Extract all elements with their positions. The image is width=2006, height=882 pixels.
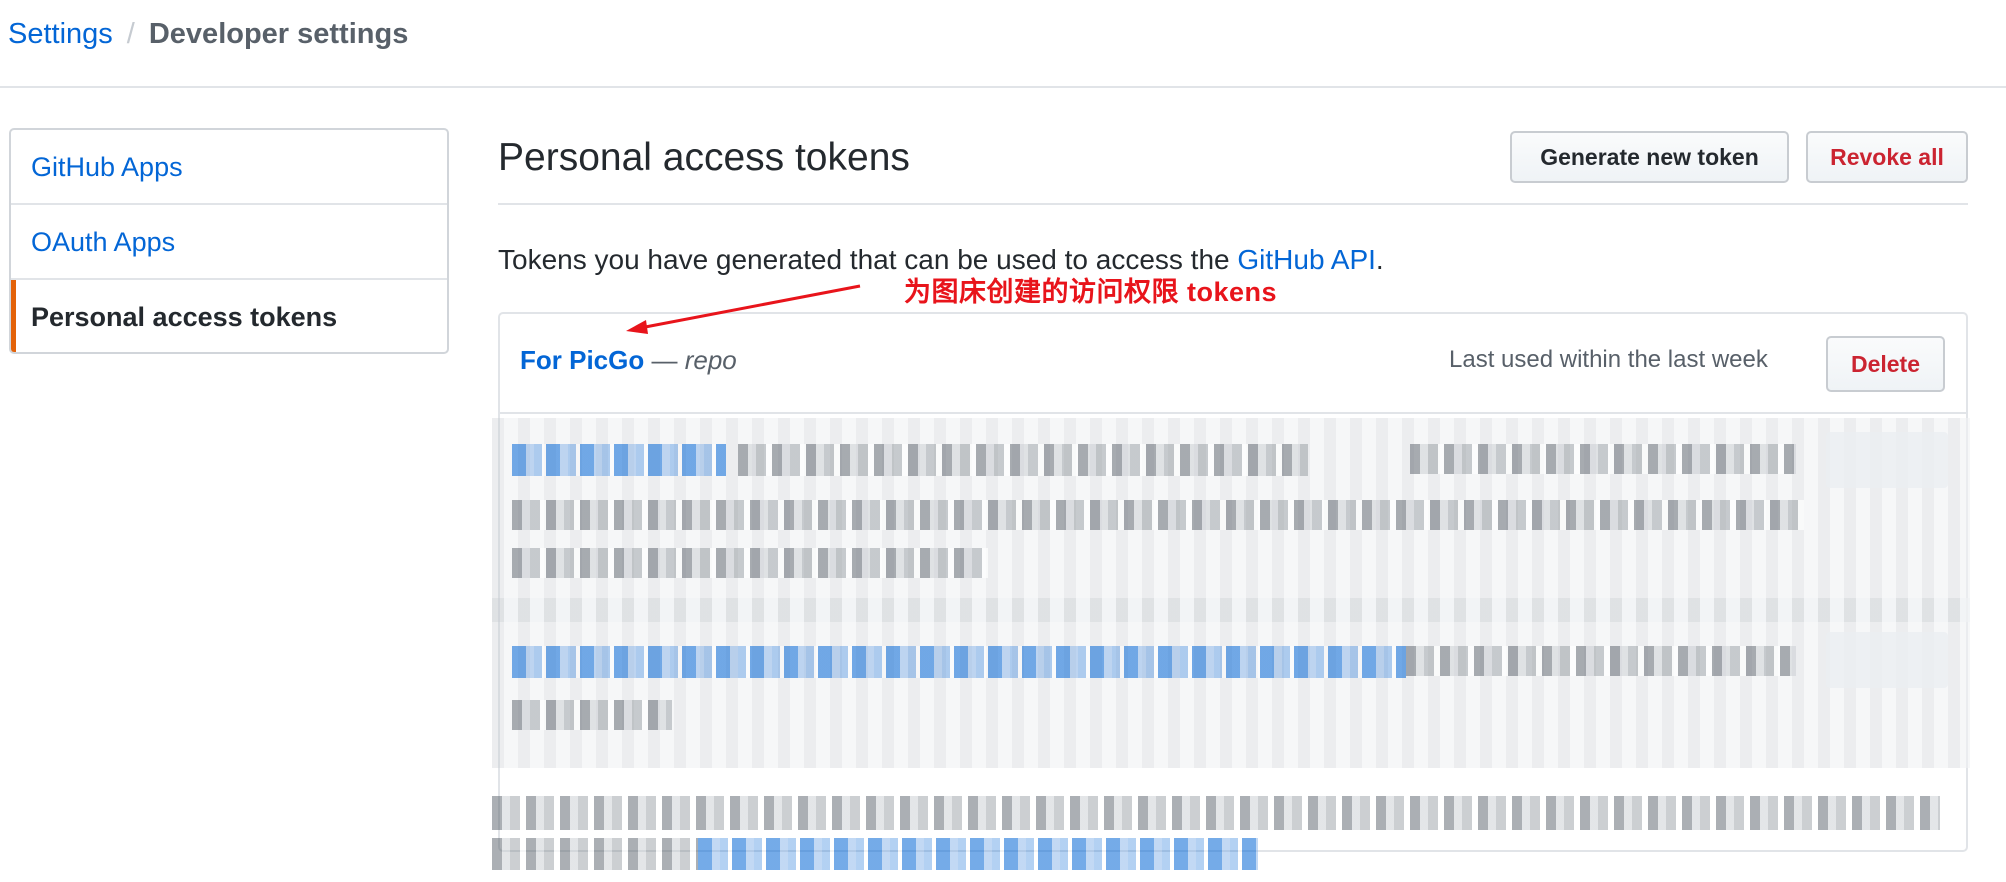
redacted-divider (492, 748, 1970, 768)
redacted-footer-text (492, 796, 1940, 830)
redacted-token-meta (1410, 444, 1796, 474)
breadcrumb: Settings / Developer settings (8, 14, 408, 54)
breadcrumb-current: Developer settings (148, 18, 409, 50)
page-title: Personal access tokens (498, 136, 910, 179)
delete-token-button[interactable]: Delete (1826, 336, 1945, 392)
intro-text-end: . (1375, 244, 1384, 275)
redacted-delete-button (1826, 432, 1948, 488)
revoke-all-button[interactable]: Revoke all (1806, 131, 1968, 183)
sidebar-item-github-apps[interactable]: GitHub Apps (11, 130, 447, 205)
redacted-footer-text (492, 838, 698, 870)
redacted-delete-button (1826, 632, 1948, 688)
sidebar-item-oauth-apps[interactable]: OAuth Apps (11, 205, 447, 280)
redacted-token-text (512, 500, 1804, 530)
redacted-footer-link (698, 838, 1258, 870)
breadcrumb-separator: / (126, 18, 135, 50)
header-divider (0, 86, 2006, 88)
redacted-token-meta (1406, 646, 1796, 676)
token-scope: repo (684, 345, 737, 375)
redacted-divider (492, 598, 1970, 622)
redacted-token-link (512, 444, 726, 476)
generate-new-token-button[interactable]: Generate new token (1510, 131, 1789, 183)
breadcrumb-settings-link[interactable]: Settings (8, 18, 113, 50)
sidebar-nav: GitHub Apps OAuth Apps Personal access t… (9, 128, 449, 354)
sidebar-item-personal-access-tokens[interactable]: Personal access tokens (11, 280, 447, 352)
redacted-token-text (512, 700, 672, 730)
redacted-token-scopes (738, 444, 1308, 476)
token-separator: — (644, 345, 685, 375)
redacted-token-text (512, 548, 988, 578)
redacted-token-link (512, 646, 1406, 678)
annotation-label: 为图床创建的访问权限 tokens (904, 277, 1278, 307)
token-name: For PicGo — repo (520, 342, 737, 378)
token-link-for-picgo[interactable]: For PicGo (520, 345, 644, 375)
token-last-used: Last used within the last week (1449, 346, 1768, 373)
title-divider (498, 203, 1968, 205)
